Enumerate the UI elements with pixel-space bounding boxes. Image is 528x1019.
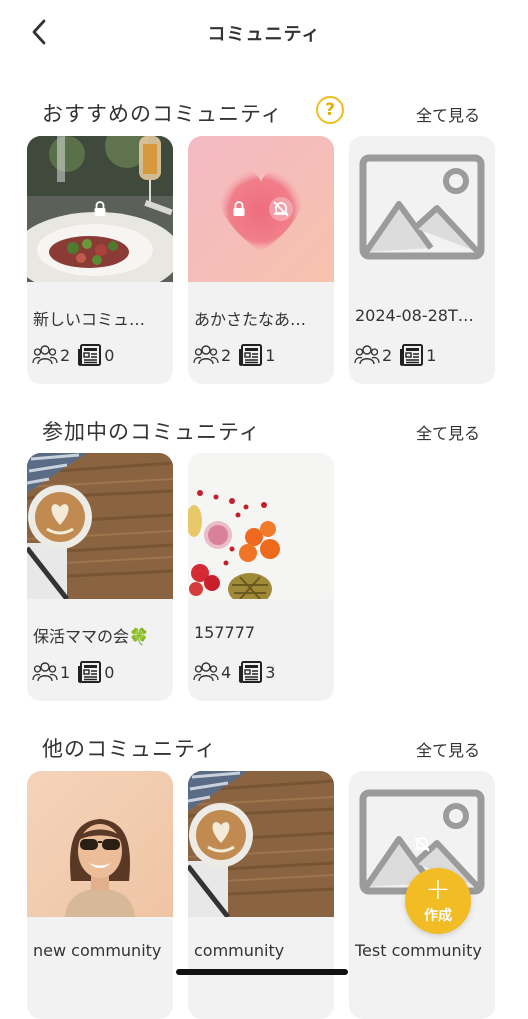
create-label: 作成 <box>424 908 452 924</box>
post-count: 0 <box>104 662 115 682</box>
community-card[interactable]: 157777 4 3 <box>188 453 334 701</box>
members-icon <box>32 661 58 683</box>
members-icon <box>32 344 58 366</box>
app-header: コミュニティ <box>0 0 528 64</box>
plus-icon: + <box>425 872 451 907</box>
community-stats: 4 3 <box>193 661 283 683</box>
community-name: 157777 <box>194 623 256 642</box>
community-card[interactable]: 保活ママの会🍀 1 0 <box>27 453 173 701</box>
community-card[interactable]: 新しいコミュ… 2 0 <box>27 136 173 384</box>
page-title: コミュニティ <box>207 24 321 45</box>
post-count: 1 <box>426 345 437 365</box>
recommended-section-header: おすすめのコミュニティ ? 全て見る <box>0 94 528 130</box>
posts-icon <box>239 344 263 366</box>
post-count: 1 <box>265 345 276 365</box>
member-count: 2 <box>221 345 232 365</box>
joined-section-header: 参加中のコミュニティ 全て見る <box>0 412 528 448</box>
posts-icon <box>78 344 102 366</box>
community-name: 2024-08-28T… <box>355 306 474 325</box>
lock-icon <box>228 198 250 220</box>
post-count: 0 <box>104 345 115 365</box>
community-card[interactable]: 2024-08-28T… 2 1 <box>349 136 495 384</box>
community-name: 新しいコミュ… <box>33 310 146 329</box>
create-community-button[interactable]: + 作成 <box>405 868 471 934</box>
posts-icon <box>239 661 263 683</box>
community-thumbnail <box>27 453 173 599</box>
see-all-joined-link[interactable]: 全て見る <box>416 420 480 444</box>
community-card[interactable]: community <box>188 771 334 1019</box>
community-thumbnail <box>188 453 334 599</box>
community-thumbnail <box>188 136 334 282</box>
member-count: 4 <box>221 662 232 682</box>
member-count: 2 <box>382 345 393 365</box>
member-count: 2 <box>60 345 71 365</box>
community-name: 保活ママの会🍀 <box>33 627 149 646</box>
community-thumbnail <box>27 771 173 917</box>
community-stats: 2 1 <box>193 344 283 366</box>
other-section-header: 他のコミュニティ 全て見る <box>0 729 528 765</box>
community-card[interactable]: new community <box>27 771 173 1019</box>
community-stats: 1 0 <box>32 661 122 683</box>
community-thumbnail <box>27 136 173 282</box>
bell-off-icon <box>409 831 435 857</box>
community-stats: 2 1 <box>354 344 444 366</box>
home-indicator[interactable] <box>176 969 348 975</box>
community-name: あかさたなあ… <box>194 310 307 329</box>
community-name: new community <box>33 941 162 960</box>
lock-icon <box>91 200 109 218</box>
see-all-recommended-link[interactable]: 全て見る <box>416 102 480 126</box>
members-icon <box>193 344 219 366</box>
community-thumbnail <box>188 771 334 917</box>
members-icon <box>193 661 219 683</box>
community-name: Test community <box>355 941 482 960</box>
community-thumbnail <box>349 136 495 282</box>
section-title: 他のコミュニティ <box>42 737 217 761</box>
image-placeholder-icon <box>349 136 495 282</box>
posts-icon <box>400 344 424 366</box>
see-all-other-link[interactable]: 全て見る <box>416 737 480 761</box>
community-name: community <box>194 941 285 960</box>
posts-icon <box>78 661 102 683</box>
member-count: 1 <box>60 662 71 682</box>
help-icon[interactable]: ? <box>316 96 344 124</box>
community-card[interactable]: あかさたなあ… 2 1 <box>188 136 334 384</box>
community-stats: 2 0 <box>32 344 122 366</box>
bell-off-icon <box>268 196 294 222</box>
section-title: 参加中のコミュニティ <box>42 420 261 444</box>
post-count: 3 <box>265 662 276 682</box>
section-title: おすすめのコミュニティ <box>42 102 283 126</box>
members-icon <box>354 344 380 366</box>
